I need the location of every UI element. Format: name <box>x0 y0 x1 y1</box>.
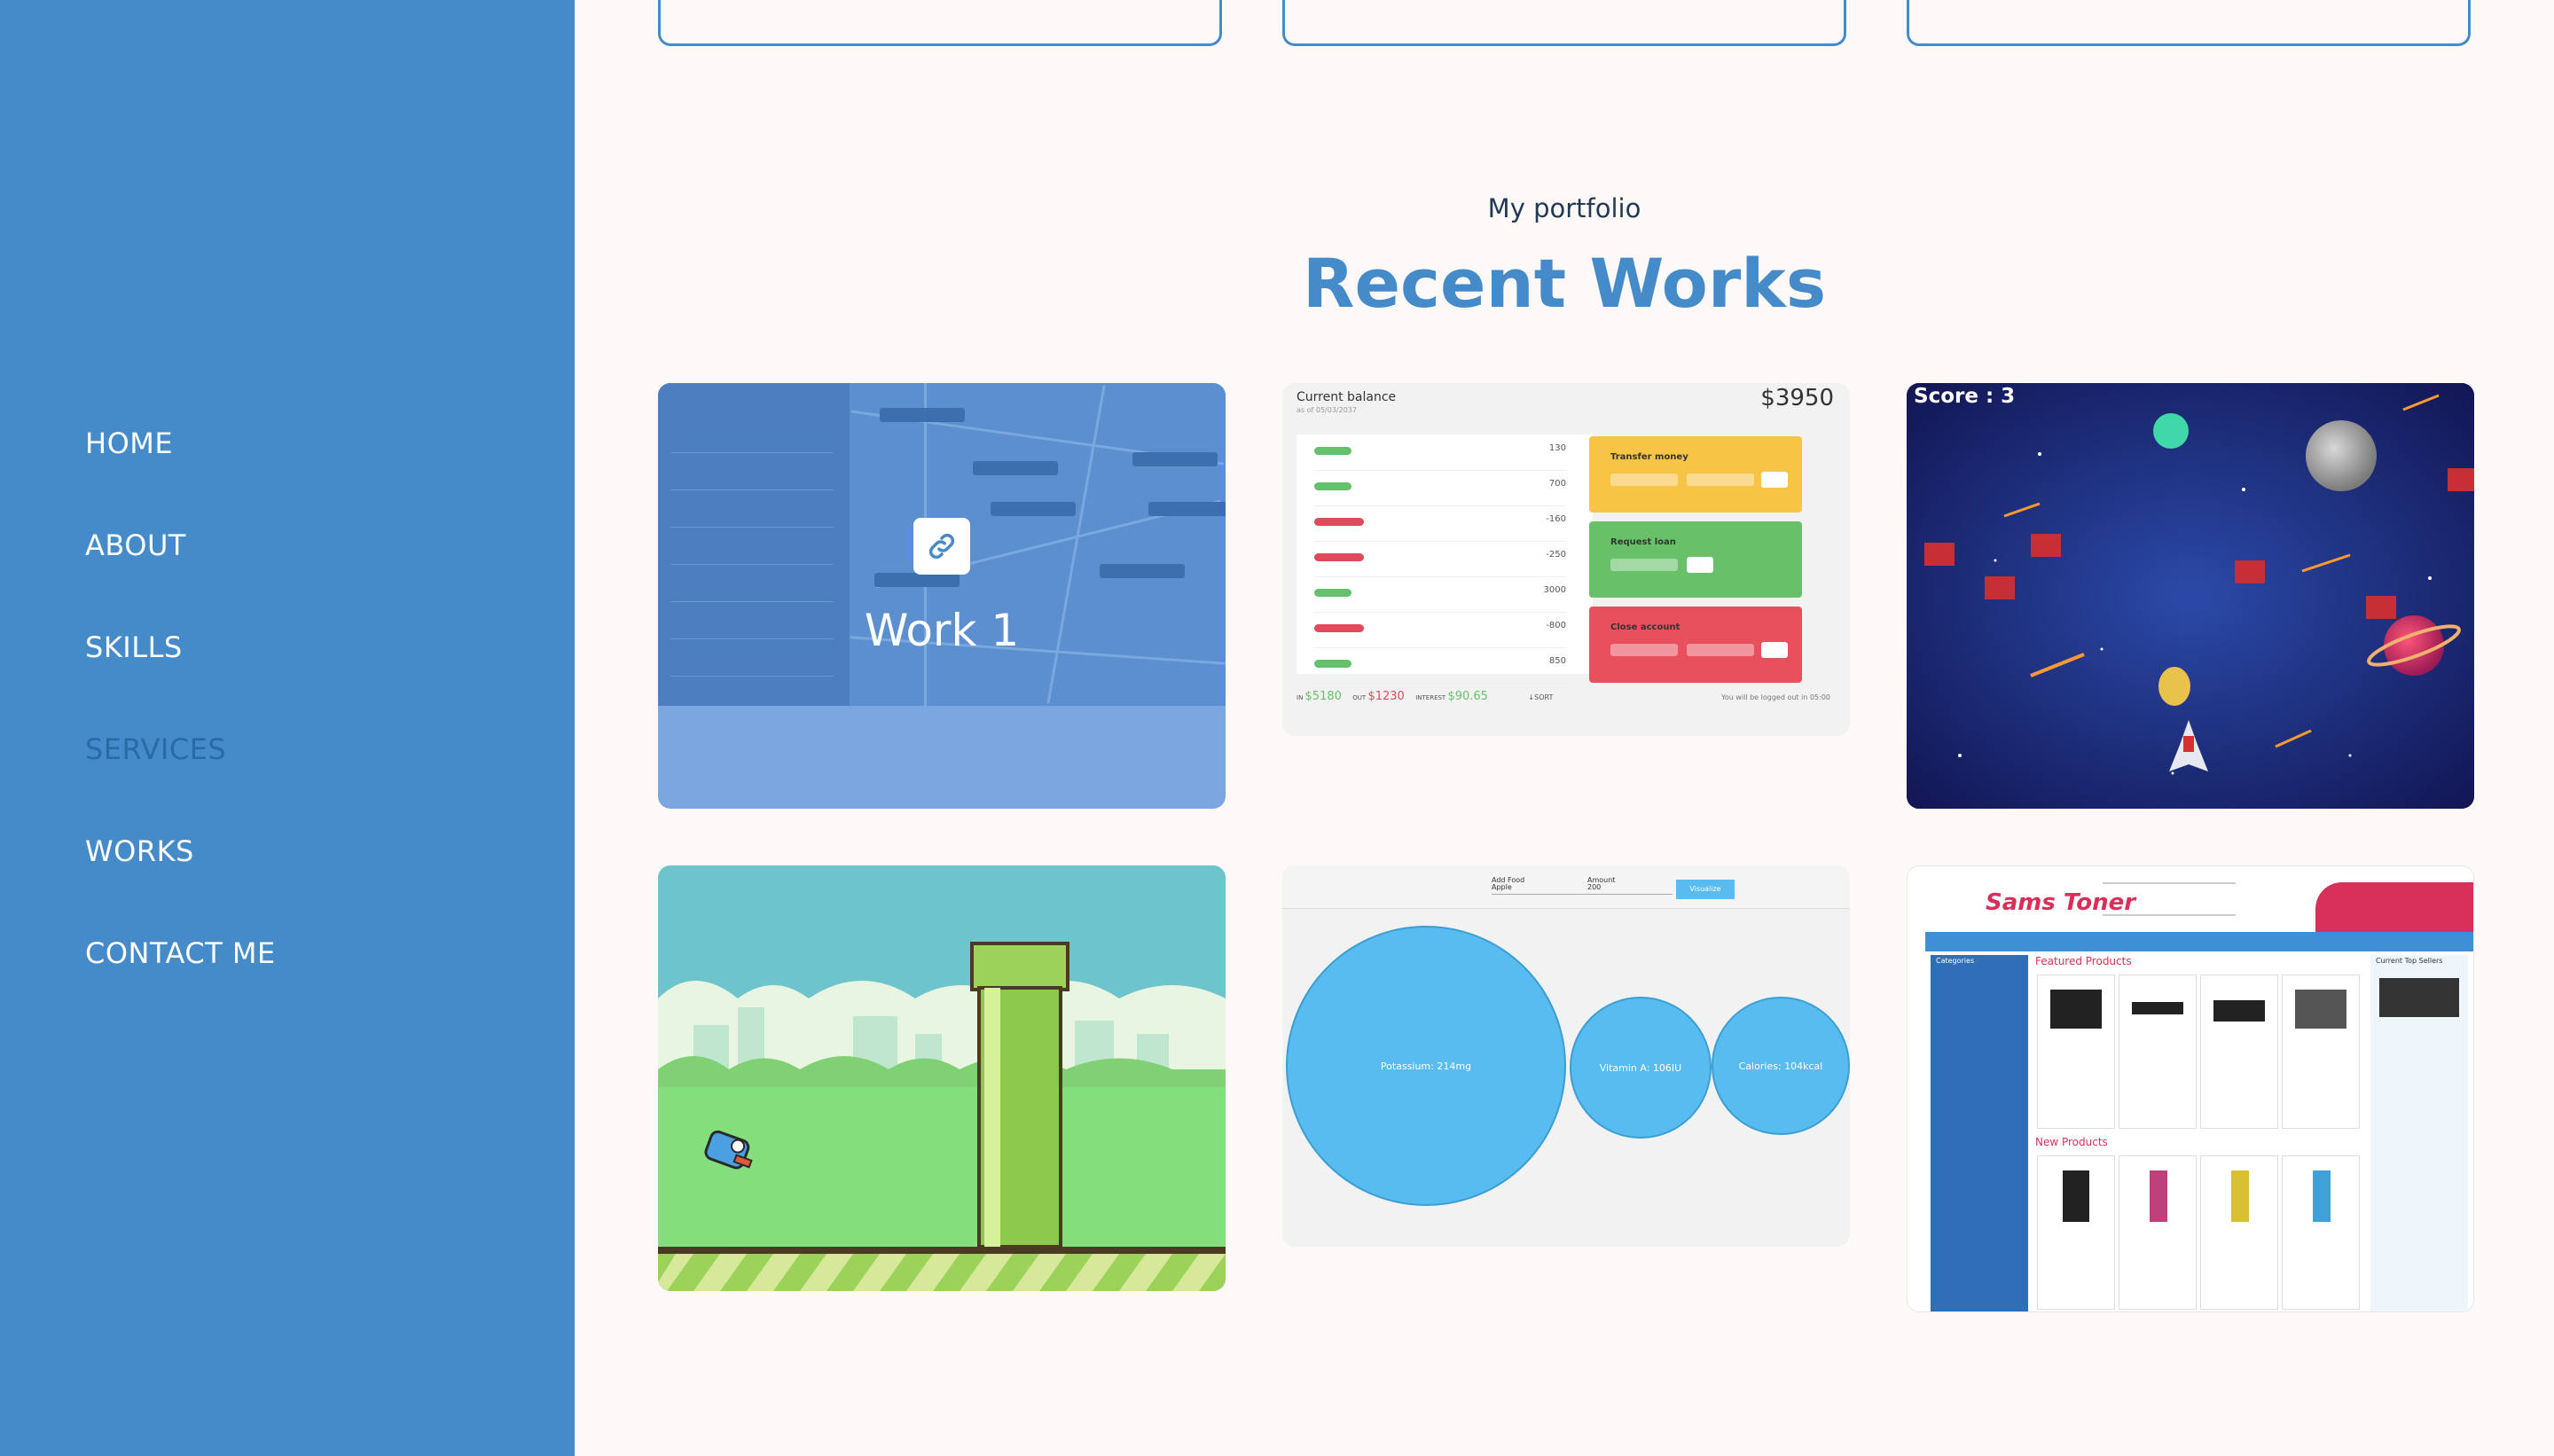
balance-value: $3950 <box>1760 385 1834 411</box>
work-card-3[interactable]: Score : 3 <box>1907 383 2474 809</box>
featured-heading: Featured Products <box>2035 955 2132 967</box>
summary: IN $5180 OUT $1230 INTEREST $90.65 ↓SORT <box>1297 690 1554 703</box>
work-card-1[interactable]: Work 1 <box>658 383 1226 809</box>
transfer-panel: Transfer money <box>1589 436 1802 513</box>
nutrient-bubble: Calories: 104kcal <box>1712 997 1850 1135</box>
work-label: Work 1 <box>864 605 1020 656</box>
space-game-thumbnail <box>1907 383 2474 809</box>
top-sellers-panel: Current Top Sellers <box>2370 955 2468 1311</box>
service-card <box>1907 0 2471 46</box>
nutrient-bubble: Vitamin A: 106IU <box>1570 997 1712 1139</box>
section-title: Recent Works <box>1302 244 1827 323</box>
nav-item-works[interactable]: WORKS <box>85 834 276 935</box>
nutrient-bubble: Potassium: 214mg <box>1286 926 1566 1206</box>
balance-date: as of 05/03/2037 <box>1297 406 1357 414</box>
new-products-heading: New Products <box>2035 1136 2108 1148</box>
section-subtitle: My portfolio <box>1487 193 1641 223</box>
sidebar: HOME ABOUT SKILLS SERVICES WORKS CONTACT… <box>0 0 575 1456</box>
shop-nav <box>1925 932 2473 951</box>
flappy-game-thumbnail <box>658 865 1226 1291</box>
logout-timer: You will be logged out in 05:00 <box>1721 693 1830 701</box>
header-accent <box>2315 882 2473 932</box>
close-account-panel: Close account <box>1589 607 1802 683</box>
nav-item-contact[interactable]: CONTACT ME <box>85 935 276 1037</box>
main-nav: HOME ABOUT SKILLS SERVICES WORKS CONTACT… <box>85 426 276 1037</box>
workout-list-panel <box>658 383 850 706</box>
work-card-2[interactable]: Current balance as of 05/03/2037 $3950 1… <box>1282 383 1850 736</box>
work-card-6[interactable]: Sams Toner Categories Featured Products … <box>1907 865 2474 1312</box>
shop-logo: Sams Toner <box>1986 889 2136 916</box>
score-label: Score : 3 <box>1914 385 2016 408</box>
categories-panel: Categories <box>1931 955 2028 1311</box>
link-icon[interactable] <box>913 518 970 575</box>
nav-item-home[interactable]: HOME <box>85 426 276 528</box>
movements-list: 130 700 -160 -250 3000 -800 850 <box>1297 434 1593 684</box>
visualize-button[interactable]: Visualize <box>1676 880 1735 899</box>
nav-item-about[interactable]: ABOUT <box>85 528 276 630</box>
nav-item-skills[interactable]: SKILLS <box>85 630 276 732</box>
service-card <box>658 0 1222 46</box>
nav-item-services[interactable]: SERVICES <box>85 732 276 834</box>
balance-label: Current balance <box>1297 390 1397 404</box>
service-card <box>1282 0 1846 46</box>
work-card-4[interactable] <box>658 865 1226 1291</box>
loan-panel: Request loan <box>1589 521 1802 598</box>
work-card-5[interactable]: Add Food Apple Amount 200 Visualize Pota… <box>1282 865 1850 1247</box>
food-form: Add Food Apple Amount 200 Visualize <box>1282 865 1850 909</box>
main-content: My portfolio Recent Works Work 1 Current… <box>575 0 2554 1456</box>
